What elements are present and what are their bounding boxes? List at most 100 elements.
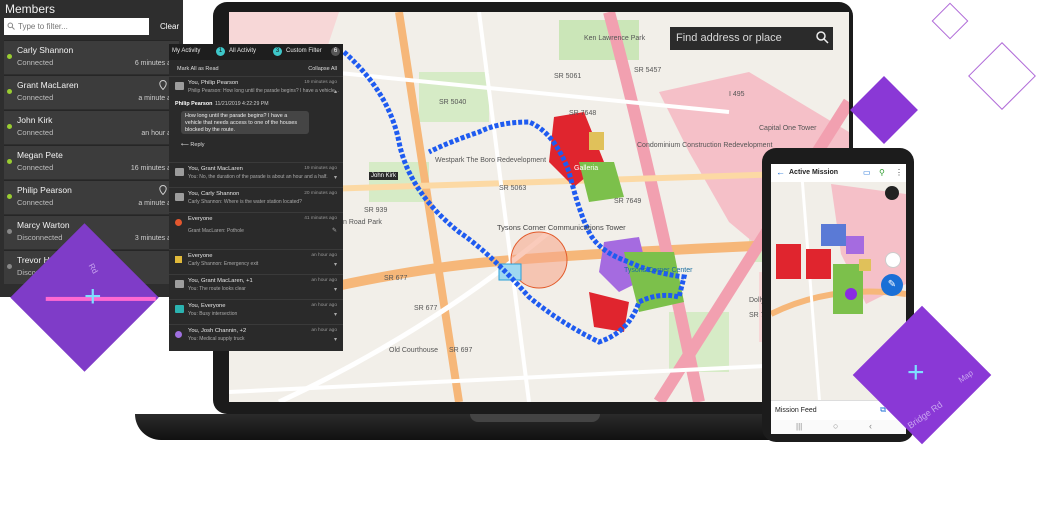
feed-item[interactable]: You, Philip Pearson Philip Pearson: How … xyxy=(169,76,343,99)
chat-icon xyxy=(175,193,184,201)
more-icon[interactable]: ⋮ xyxy=(895,168,903,177)
feed-title: You, Philip Pearson xyxy=(188,80,239,86)
activity-panel: My Activity 1 All Activity 3 Custom Filt… xyxy=(169,44,343,351)
edit-fab-button[interactable]: ✎ xyxy=(881,274,903,296)
mark-all-read-button[interactable]: Mark All as Read xyxy=(177,66,219,72)
feed-item[interactable]: Everyone Carly Shannon: Emergency exit a… xyxy=(169,249,343,274)
search-icon[interactable] xyxy=(815,30,829,44)
mission-feed-label: Mission Feed xyxy=(775,407,817,414)
feed-item[interactable]: You, Grant MacLaren You: No, the duratio… xyxy=(169,162,343,187)
status-dot xyxy=(7,194,12,199)
member-status: Disconnected xyxy=(17,233,63,242)
map-label: Tysons Corner Center xyxy=(624,267,693,274)
map-label: Galleria xyxy=(574,165,598,172)
status-dot xyxy=(7,264,12,269)
outline-diamond-small xyxy=(931,2,969,40)
member-row[interactable]: Philip Pearson Connected a minute a xyxy=(4,180,179,214)
map-label: Capital One Tower xyxy=(759,125,817,132)
map-label: SR 677 xyxy=(414,305,437,312)
feed-time: an hour ago xyxy=(311,278,337,283)
feed-preview: You: Busy intersection xyxy=(188,311,238,317)
member-status: Connected xyxy=(17,128,54,137)
map-user-tag[interactable]: John Kirk xyxy=(369,172,399,180)
map-label: Condominium Construction Redevelopment xyxy=(637,142,772,149)
category-dot xyxy=(175,331,182,338)
message-timestamp: 11/21/2019 4:22:29 PM xyxy=(215,101,269,107)
reply-icon: ⟵ xyxy=(181,142,191,148)
phone-title: Active Mission xyxy=(789,169,839,176)
member-row[interactable]: Carly Shannon Connected 6 minutes a xyxy=(4,40,179,74)
attachment-icon[interactable]: ✎ xyxy=(332,227,337,234)
member-time: 16 minutes a xyxy=(130,165,171,172)
feed-preview: You: Medical supply truck xyxy=(188,336,245,342)
chevron-down-icon[interactable]: ▾ xyxy=(334,336,337,343)
settings-badge[interactable]: 6 xyxy=(331,47,340,56)
member-name: Marcy Warton xyxy=(17,220,70,230)
feed-item[interactable]: You, Grant MacLaren, +1 You: The route l… xyxy=(169,274,343,299)
feed-preview: Carly Shannon: Emergency exit xyxy=(188,261,259,267)
tab-my-activity[interactable]: My Activity xyxy=(172,48,200,54)
map-label: SR 939 xyxy=(364,207,387,214)
tab-badge: 1 xyxy=(216,47,225,56)
member-row[interactable]: John Kirk Connected an hour a xyxy=(4,110,179,144)
map-label: Ken Lawrence Park xyxy=(584,35,646,42)
member-time: 6 minutes a xyxy=(134,60,171,67)
feed-item[interactable]: You, Carly Shannon Carly Shannon: Where … xyxy=(169,187,343,212)
chevron-up-icon[interactable]: ▴ xyxy=(334,88,337,95)
map-label: SR 5063 xyxy=(499,185,526,192)
chevron-down-icon[interactable]: ▾ xyxy=(334,174,337,181)
feed-item[interactable]: You, Everyone You: Busy intersection an … xyxy=(169,299,343,324)
status-dot xyxy=(7,229,12,234)
map-label: Westpark The Boro Redevelopment xyxy=(435,157,546,164)
home-icon[interactable]: ○ xyxy=(833,421,838,431)
member-row[interactable]: Megan Pete Connected 16 minutes a xyxy=(4,145,179,179)
member-status: Connected xyxy=(17,163,54,172)
feed-preview: Carly Shannon: Where is the water statio… xyxy=(188,199,302,205)
back-icon[interactable]: ‹ xyxy=(869,421,872,431)
chevron-down-icon[interactable]: ▾ xyxy=(334,261,337,268)
chat-icon xyxy=(175,280,184,288)
clear-button[interactable]: Clear xyxy=(160,22,179,31)
map-label: SR 697 xyxy=(449,347,472,354)
members-title: Members xyxy=(5,2,56,16)
location-pin-icon[interactable] xyxy=(159,80,167,90)
member-name: Grant MacLaren xyxy=(17,80,79,90)
feed-title: You, Carly Shannon xyxy=(188,191,240,197)
locate-icon[interactable] xyxy=(885,252,901,268)
feed-time: 41 minutes ago xyxy=(304,216,337,221)
feed-title: You, Grant MacLaren, +1 xyxy=(188,278,253,284)
feed-preview: You: No, the duration of the parade is a… xyxy=(188,174,328,180)
chat-icon xyxy=(175,305,184,313)
member-time: 3 minutes a xyxy=(134,235,171,242)
member-name: Carly Shannon xyxy=(17,45,74,55)
feed-title: Everyone xyxy=(188,216,213,222)
member-time: a minute a xyxy=(138,200,171,207)
chevron-down-icon[interactable]: ▾ xyxy=(334,286,337,293)
map-label: Tysons Corner Communications Tower xyxy=(497,223,626,232)
map-label: Old Courthouse xyxy=(389,347,438,354)
reply-button[interactable]: ⟵ Reply xyxy=(181,142,204,148)
map-search-input[interactable]: Find address or place xyxy=(670,27,833,50)
member-filter-input[interactable] xyxy=(4,18,149,35)
compass-icon[interactable] xyxy=(885,186,899,200)
plus-icon: + xyxy=(907,356,925,389)
chat-icon[interactable]: ▭ xyxy=(863,168,871,177)
map-label: SR 5040 xyxy=(439,99,466,106)
feed-time: an hour ago xyxy=(311,253,337,258)
collapse-all-button[interactable]: Collapse All xyxy=(308,66,337,72)
chevron-down-icon[interactable]: ▾ xyxy=(334,311,337,318)
feed-item[interactable]: Everyone Grant MacLaren: Pothole 41 minu… xyxy=(169,212,343,249)
flag-icon xyxy=(175,256,182,263)
member-row[interactable]: Grant MacLaren Connected a minute a xyxy=(4,75,179,109)
feed-item[interactable]: You, Josh Channin, +2 You: Medical suppl… xyxy=(169,324,343,351)
location-pin-icon[interactable] xyxy=(159,185,167,195)
phone-nav-bar: ||| ○ ‹ xyxy=(771,420,906,434)
search-placeholder: Find address or place xyxy=(676,32,782,44)
back-arrow-icon[interactable]: ← xyxy=(776,168,785,177)
map-tile-diamond-top xyxy=(850,76,918,144)
bike-icon[interactable]: ⚲ xyxy=(879,168,885,177)
tab-all-activity[interactable]: All Activity xyxy=(229,48,256,54)
tab-custom-filter[interactable]: Custom Filter xyxy=(286,48,322,54)
tab-badge: 3 xyxy=(273,47,282,56)
recent-apps-icon[interactable]: ||| xyxy=(796,422,802,431)
